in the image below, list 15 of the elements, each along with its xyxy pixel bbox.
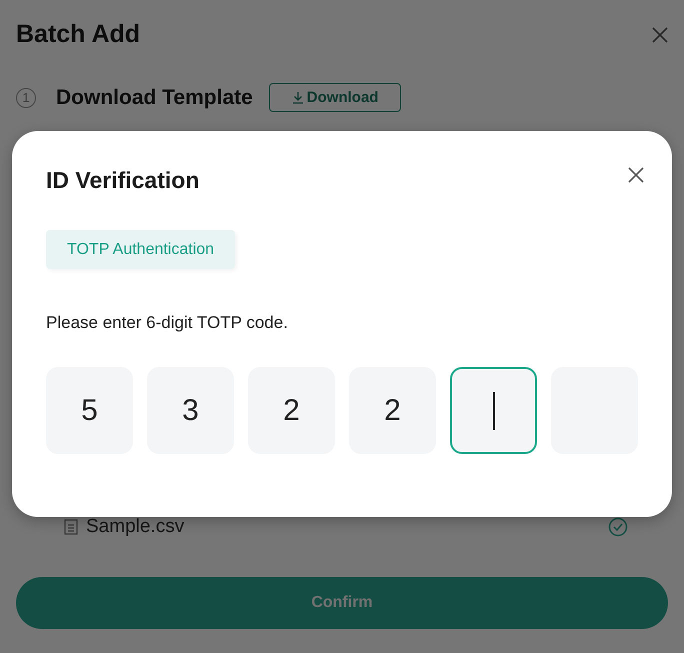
file-icon [64, 519, 78, 535]
text-cursor [492, 392, 494, 430]
step-title: Download Template [56, 86, 253, 110]
close-icon[interactable] [628, 167, 644, 183]
code-digit-field[interactable]: 2 [349, 367, 436, 454]
code-digit-field[interactable]: 3 [147, 367, 234, 454]
dialog-title: Batch Add [16, 20, 140, 49]
download-icon [292, 91, 304, 104]
code-digit-field[interactable]: 5 [46, 367, 133, 454]
close-icon[interactable] [652, 26, 668, 42]
dialog-title: ID Verification [46, 167, 200, 194]
code-digit-field[interactable]: 2 [248, 367, 335, 454]
code-digit-field[interactable] [450, 367, 537, 454]
file-name: Sample.csv [86, 516, 186, 538]
instruction-text: Please enter 6-digit TOTP code. [46, 313, 289, 333]
